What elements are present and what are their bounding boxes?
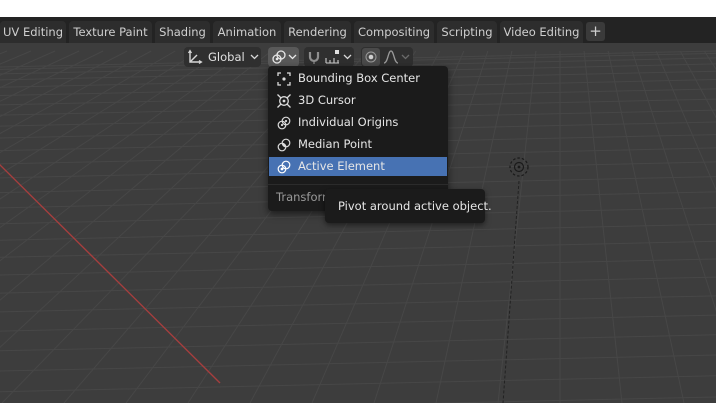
menu-item-bounding-box-center[interactable]: Bounding Box Center <box>269 69 447 88</box>
tab-video-editing[interactable]: Video Editing <box>500 21 583 43</box>
individual-origins-icon <box>277 116 291 130</box>
chevron-down-icon <box>288 54 297 60</box>
grid-line <box>655 50 716 191</box>
bounding-box-center-icon <box>277 72 291 86</box>
grid-line <box>0 314 716 332</box>
grid-line <box>0 295 716 313</box>
grid-line <box>679 50 716 119</box>
tab-shading[interactable]: Shading <box>155 21 210 43</box>
pivot-point-icon <box>272 50 286 64</box>
blender-window: UV Editing Texture Paint Shading Animati… <box>0 17 716 403</box>
grid-line <box>0 50 716 68</box>
tab-texture-paint[interactable]: Texture Paint <box>69 21 152 43</box>
tab-uv-editing[interactable]: UV Editing <box>0 21 66 43</box>
grid-line <box>0 354 716 372</box>
menu-item-label: Median Point <box>298 137 373 151</box>
menu-item-active-element[interactable]: Active Element <box>269 157 447 176</box>
tab-rendering[interactable]: Rendering <box>284 21 351 43</box>
pivot-point-dropdown[interactable] <box>268 47 299 67</box>
median-point-icon <box>277 138 291 152</box>
3d-cursor-icon <box>277 94 291 108</box>
grid-line <box>607 50 685 403</box>
grid-line <box>0 334 716 352</box>
active-element-icon <box>277 160 291 174</box>
transform-orientation-label: Global <box>208 50 245 64</box>
grid-line <box>425 396 716 403</box>
menu-item-label: 3D Cursor <box>298 93 356 107</box>
menu-item-label: Individual Origins <box>298 115 399 129</box>
menu-item-individual-origins[interactable]: Individual Origins <box>269 113 447 132</box>
tooltip: Pivot around active object. <box>325 189 492 223</box>
relationship-line <box>502 180 520 403</box>
snap-magnet-icon[interactable] <box>306 49 322 65</box>
menu-item-label: Bounding Box Center <box>298 71 420 85</box>
chevron-down-icon[interactable] <box>343 54 352 60</box>
grid-line <box>0 276 716 294</box>
object-origin-icon <box>509 157 529 177</box>
add-workspace-button[interactable]: + <box>586 22 605 41</box>
menu-separator <box>268 184 448 185</box>
snap-increment-icon[interactable] <box>324 49 342 65</box>
snapping-group <box>304 47 354 67</box>
menu-item-label: Active Element <box>298 159 385 173</box>
tooltip-text: Pivot around active object. <box>338 199 492 213</box>
workspace-tab-bar: UV Editing Texture Paint Shading Animati… <box>0 17 716 43</box>
proportional-editing-group <box>361 47 413 67</box>
falloff-curve-icon[interactable] <box>383 49 399 65</box>
3d-viewport[interactable]: Global Bounding Box Center 3D Cursor Ind… <box>0 43 716 403</box>
tab-animation[interactable]: Animation <box>213 21 281 43</box>
chevron-down-icon <box>250 54 259 60</box>
transform-orientation-dropdown[interactable]: Global <box>184 47 261 67</box>
proportional-editing-icon <box>365 51 377 63</box>
tab-compositing[interactable]: Compositing <box>354 21 434 43</box>
grid-line <box>0 223 716 241</box>
grid-line <box>631 50 716 312</box>
chevron-down-icon[interactable] <box>401 54 410 60</box>
grid-line <box>0 240 716 258</box>
tab-scripting[interactable]: Scripting <box>437 21 497 43</box>
proportional-editing-toggle[interactable] <box>362 48 380 66</box>
grid-line <box>0 258 716 276</box>
grid-line <box>703 50 716 71</box>
menu-item-median-point[interactable]: Median Point <box>269 135 447 154</box>
grid-line <box>0 375 716 393</box>
menu-item-3d-cursor[interactable]: 3D Cursor <box>269 91 447 110</box>
orientation-axes-icon <box>187 49 203 65</box>
